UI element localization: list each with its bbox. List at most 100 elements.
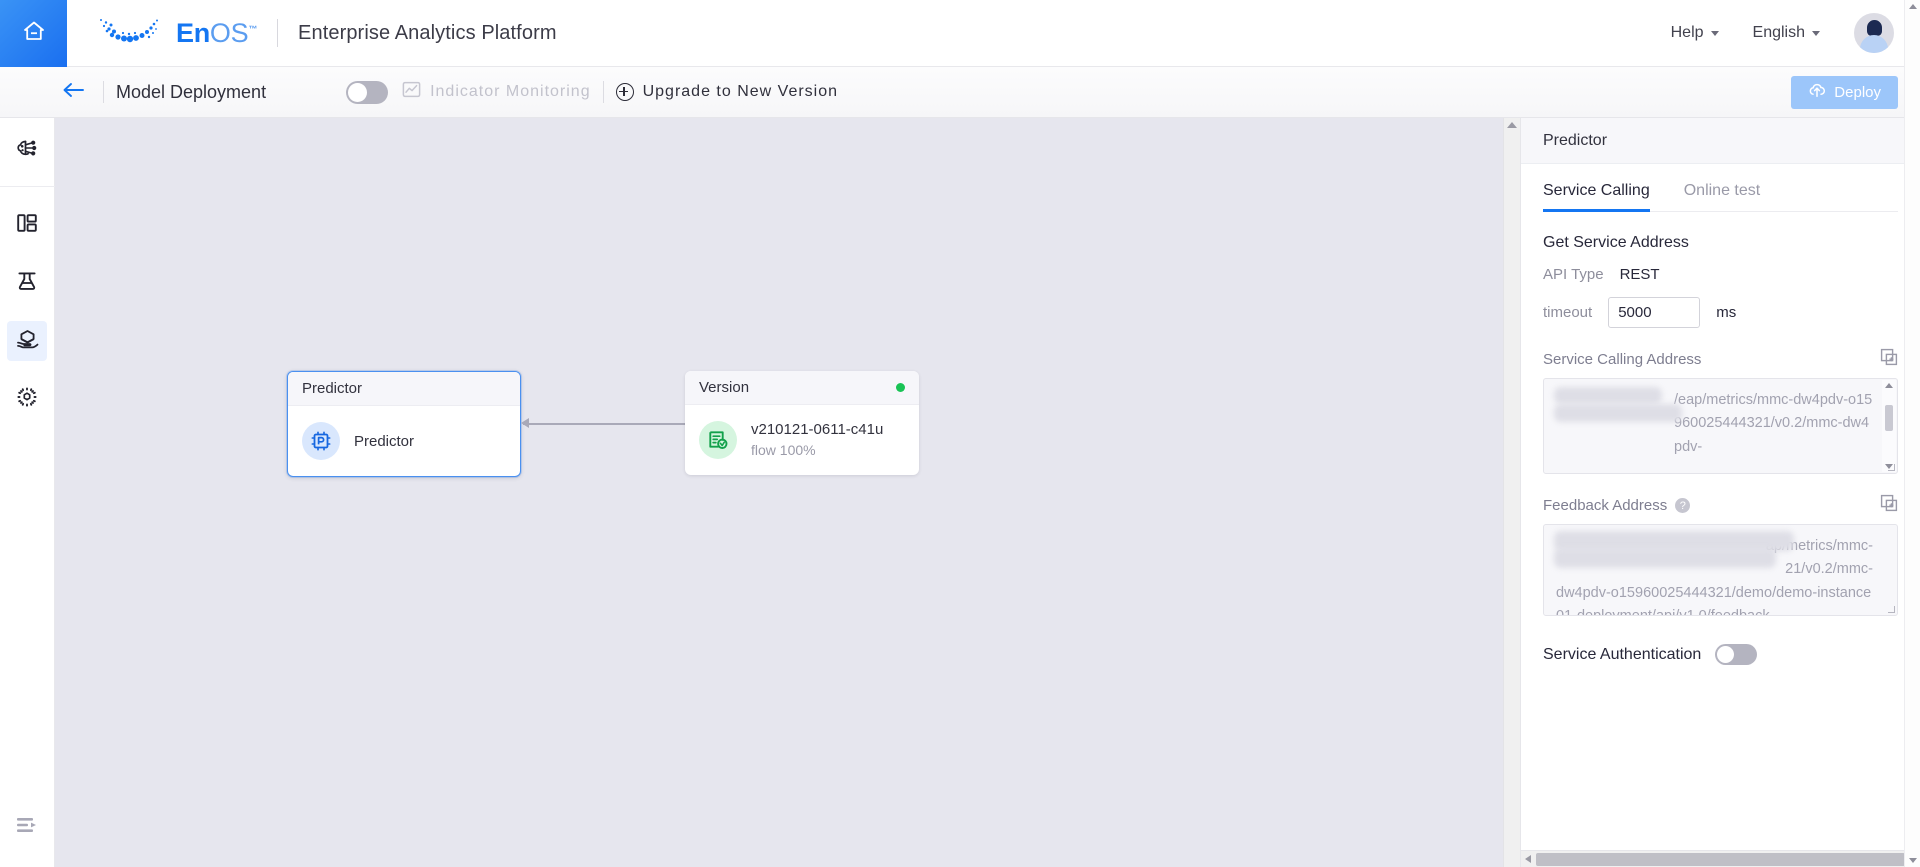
deployment-canvas[interactable]: Predictor Predictor Version v210121-0611… bbox=[55, 118, 1520, 867]
avatar-head bbox=[1866, 20, 1882, 36]
node-header-label: Version bbox=[699, 379, 750, 396]
upgrade-label: Upgrade to New Version bbox=[642, 83, 839, 100]
back-group: Model Deployment bbox=[55, 81, 266, 103]
enos-wordmark: EnOS™ bbox=[176, 17, 258, 48]
copy-icon[interactable] bbox=[1880, 494, 1898, 517]
sidebar-divider bbox=[0, 186, 55, 187]
redacted-block bbox=[1554, 387, 1662, 404]
brand-zone: EnOS™ Enterprise Analytics Platform bbox=[67, 13, 557, 54]
right-panel-title: Predictor bbox=[1543, 131, 1608, 149]
node-header: Predictor bbox=[288, 372, 520, 406]
brain-network-icon bbox=[14, 137, 40, 168]
question-mark-icon[interactable]: ? bbox=[1675, 498, 1691, 513]
canvas-vertical-scrollbar[interactable] bbox=[1503, 118, 1520, 867]
deploy-button[interactable]: Deploy bbox=[1791, 75, 1898, 109]
status-badge bbox=[896, 383, 905, 392]
service-calling-address-value[interactable]: /eap/metrics/mmc-dw4pdv-o15960025444321/… bbox=[1543, 378, 1898, 474]
version-flow: flow 100% bbox=[751, 441, 816, 458]
scroll-left-icon bbox=[1525, 855, 1531, 863]
plus-circle-icon bbox=[615, 83, 634, 101]
timeout-input[interactable] bbox=[1608, 297, 1701, 328]
scroll-thumb[interactable] bbox=[1536, 852, 1905, 866]
right-panel-horizontal-scrollbar[interactable] bbox=[1521, 850, 1920, 867]
feedback-address-head: Feedback Address ? bbox=[1543, 494, 1898, 517]
toggle-knob bbox=[1717, 646, 1735, 663]
enos-logo[interactable]: EnOS™ bbox=[93, 13, 257, 54]
toggle-knob bbox=[348, 82, 368, 102]
predictor-icon bbox=[302, 422, 340, 460]
language-menu[interactable]: English bbox=[1753, 24, 1820, 42]
scroll-up-icon[interactable] bbox=[1507, 122, 1517, 128]
help-label: Help bbox=[1670, 24, 1704, 41]
arrow-left-icon[interactable] bbox=[55, 81, 91, 103]
right-panel-content: Service Calling Online test Get Service … bbox=[1521, 164, 1920, 867]
toolbar-divider-2 bbox=[602, 81, 604, 103]
right-detail-panel: Predictor Service Calling Online test Ge… bbox=[1520, 118, 1920, 867]
tab-label: Service Calling bbox=[1543, 182, 1650, 199]
upgrade-to-new-version-button[interactable]: Upgrade to New Version bbox=[615, 83, 839, 101]
avatar[interactable] bbox=[1854, 13, 1894, 53]
scroll-thumb[interactable] bbox=[1885, 405, 1893, 431]
scroll-down-icon[interactable] bbox=[1908, 858, 1917, 863]
top-header-bar: EnOS™ Enterprise Analytics Platform Help… bbox=[0, 0, 1920, 67]
left-sidebar bbox=[0, 118, 55, 867]
chevron-down-icon bbox=[1812, 30, 1820, 36]
app-root: EnOS™ Enterprise Analytics Platform Help… bbox=[0, 0, 1920, 867]
version-node[interactable]: Version v210121-0611-c41u flow 100% bbox=[685, 371, 919, 475]
sidebar-item-deployment[interactable] bbox=[7, 321, 47, 361]
sidebar-item-ai-models[interactable] bbox=[7, 132, 47, 172]
scroll-up-icon[interactable] bbox=[1885, 383, 1893, 388]
sidebar-item-dashboard[interactable] bbox=[7, 205, 47, 245]
page-vertical-scrollbar[interactable] bbox=[1904, 0, 1920, 867]
sidebar-item-settings[interactable] bbox=[7, 379, 47, 419]
sidebar-collapse-icon bbox=[15, 816, 39, 839]
resize-grip[interactable] bbox=[1888, 464, 1895, 471]
version-node-text: v210121-0611-c41u flow 100% bbox=[751, 420, 883, 459]
resize-grip[interactable] bbox=[1888, 606, 1895, 613]
scroll-left-button[interactable] bbox=[1521, 855, 1535, 863]
version-report-icon bbox=[699, 421, 737, 459]
node-header-label: Predictor bbox=[302, 380, 363, 397]
service-authentication-toggle[interactable] bbox=[1715, 644, 1758, 665]
tab-online-test[interactable]: Online test bbox=[1684, 182, 1760, 211]
platform-title: Enterprise Analytics Platform bbox=[298, 21, 557, 44]
version-name: v210121-0611-c41u bbox=[751, 421, 884, 439]
service-calling-address-head: Service Calling Address bbox=[1543, 348, 1898, 371]
indicator-monitoring-toggle[interactable] bbox=[346, 80, 389, 104]
cloud-upload-icon bbox=[1808, 81, 1826, 103]
page-title: Model Deployment bbox=[116, 81, 267, 102]
deploy-label: Deploy bbox=[1834, 83, 1881, 101]
timeout-label: timeout bbox=[1543, 304, 1593, 321]
predictor-node[interactable]: Predictor Predictor bbox=[287, 371, 521, 477]
sidebar-collapse-button[interactable] bbox=[7, 807, 47, 847]
avatar-body bbox=[1860, 35, 1888, 53]
home-button[interactable] bbox=[0, 0, 67, 67]
main-body: Predictor Predictor Version v210121-0611… bbox=[0, 118, 1920, 867]
edge-arrow-left-icon bbox=[521, 418, 529, 428]
scroll-up-icon[interactable] bbox=[1908, 4, 1917, 9]
top-header-actions: Help English bbox=[1671, 13, 1920, 53]
enos-swoosh-icon bbox=[93, 13, 167, 54]
api-type-value: REST bbox=[1619, 266, 1660, 283]
feedback-address-value[interactable]: ap/metrics/mmc- 21/v0.2/mmc- dw4pdv-o159… bbox=[1543, 524, 1898, 616]
indicator-monitoring-label: Indicator Monitoring bbox=[430, 83, 591, 100]
copy-icon[interactable] bbox=[1880, 348, 1898, 371]
language-label: English bbox=[1752, 24, 1805, 41]
sidebar-item-experiments[interactable] bbox=[7, 263, 47, 303]
timeout-row: timeout ms bbox=[1543, 297, 1898, 328]
tab-service-calling[interactable]: Service Calling bbox=[1543, 182, 1650, 212]
feedback-address-label: Feedback Address bbox=[1543, 497, 1668, 514]
toolbar-divider bbox=[103, 81, 104, 103]
gear-orbit-icon bbox=[15, 385, 39, 414]
right-panel-tabs: Service Calling Online test bbox=[1543, 182, 1898, 212]
address-vertical-scrollbar[interactable] bbox=[1882, 380, 1896, 472]
redacted-block bbox=[1554, 404, 1682, 422]
help-menu[interactable]: Help bbox=[1671, 24, 1719, 42]
node-header: Version bbox=[685, 371, 919, 405]
timeout-unit: ms bbox=[1716, 304, 1737, 321]
tab-label: Online test bbox=[1683, 182, 1761, 199]
indicator-monitoring-item[interactable]: Indicator Monitoring bbox=[402, 80, 591, 104]
page-toolbar: Model Deployment Indicator Monitoring Up… bbox=[0, 67, 1920, 118]
service-authentication-row: Service Authentication bbox=[1543, 644, 1898, 665]
node-body: Predictor bbox=[288, 406, 520, 476]
